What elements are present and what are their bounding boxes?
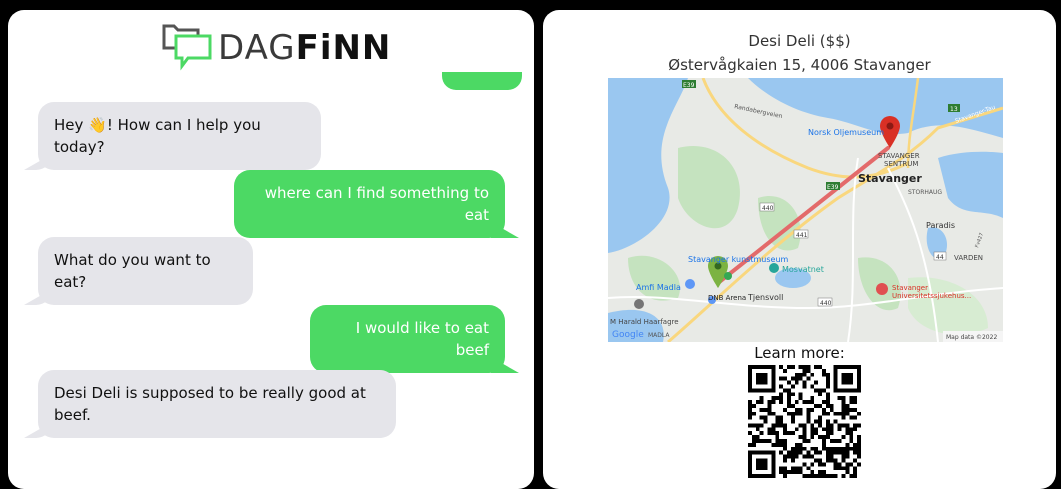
message-text: where can I find something to eat xyxy=(264,184,489,224)
user-message-1: where can I find something to eat xyxy=(234,170,505,238)
message-text: What do you want to eat? xyxy=(54,251,211,291)
map-label: Norsk Oljemuseum xyxy=(808,128,884,137)
map-label: VARDEN xyxy=(954,254,983,262)
restaurant-info-panel: Desi Deli ($$) Østervågkaien 15, 4006 St… xyxy=(543,10,1056,489)
map-label: DNB Arena xyxy=(708,294,746,302)
message-text-line: Desi Deli is supposed to be really good … xyxy=(54,384,366,402)
learn-more-label: Learn more: xyxy=(754,344,845,362)
partial-user-bubble xyxy=(442,72,522,90)
message-text: I would like to eat beef xyxy=(355,319,489,359)
map-label: STAVANGER xyxy=(878,152,920,160)
hospital-marker-icon xyxy=(876,283,888,295)
map-label-city: Stavanger xyxy=(858,172,922,185)
road-label: 440 xyxy=(820,300,832,307)
map-label: Stavanger xyxy=(892,284,928,292)
message-text-line: beef. xyxy=(54,406,91,424)
logo-text-bold: FiNN xyxy=(295,28,392,68)
route-map[interactable]: 440 441 440 E39 E39 13 44 Randabergveien… xyxy=(608,78,1003,342)
shopping-marker-icon xyxy=(685,279,695,289)
google-logo: Google xyxy=(612,330,644,340)
dagfinn-logo: DAGFiNN xyxy=(160,20,400,76)
map-label: Amfi Madla xyxy=(636,283,681,292)
map-attribution[interactable]: Map data ©2022 xyxy=(946,334,997,341)
map-label: Paradis xyxy=(926,221,955,230)
road-label: 440 xyxy=(762,205,774,212)
message-text: Hey 👋! How can I help you today? xyxy=(54,116,261,156)
road-label: 13 xyxy=(950,106,958,113)
road-label: 44 xyxy=(936,254,944,261)
restaurant-name: Desi Deli ($$) xyxy=(748,32,851,50)
restaurant-address: Østervågkaien 15, 4006 Stavanger xyxy=(668,56,931,74)
poi-marker xyxy=(724,272,732,280)
user-message-2: I would like to eat beef xyxy=(310,305,505,373)
logo-text: DAGFiNN xyxy=(218,28,391,68)
bot-message-3: Desi Deli is supposed to be really good … xyxy=(38,370,396,438)
road-label: 441 xyxy=(796,232,808,239)
road-label: E39 xyxy=(683,82,695,89)
map-label: SENTRUM xyxy=(884,160,918,168)
qr-code[interactable] xyxy=(748,365,861,478)
park-marker-icon xyxy=(769,263,779,273)
chat-panel: DAGFiNN Hey 👋! How can I help you today?… xyxy=(8,10,534,489)
logo-text-light: DAG xyxy=(218,28,296,68)
map-label: MADLA xyxy=(648,332,670,339)
map-label: STORHAUG xyxy=(908,189,942,196)
poi-marker xyxy=(634,299,644,309)
map-label: Tjensvoll xyxy=(747,293,783,302)
map-label: Stavanger kunstmuseum xyxy=(688,255,789,264)
chat-bubbles-icon xyxy=(162,24,212,71)
map-label: Universitetssjukehus... xyxy=(892,292,971,300)
road-label: E39 xyxy=(827,184,839,191)
bot-message-2: What do you want to eat? xyxy=(38,237,253,305)
map-label: Mosvatnet xyxy=(782,265,824,274)
bot-message-1: Hey 👋! How can I help you today? xyxy=(38,102,321,170)
map-label: M Harald Haarfagre xyxy=(610,318,679,326)
